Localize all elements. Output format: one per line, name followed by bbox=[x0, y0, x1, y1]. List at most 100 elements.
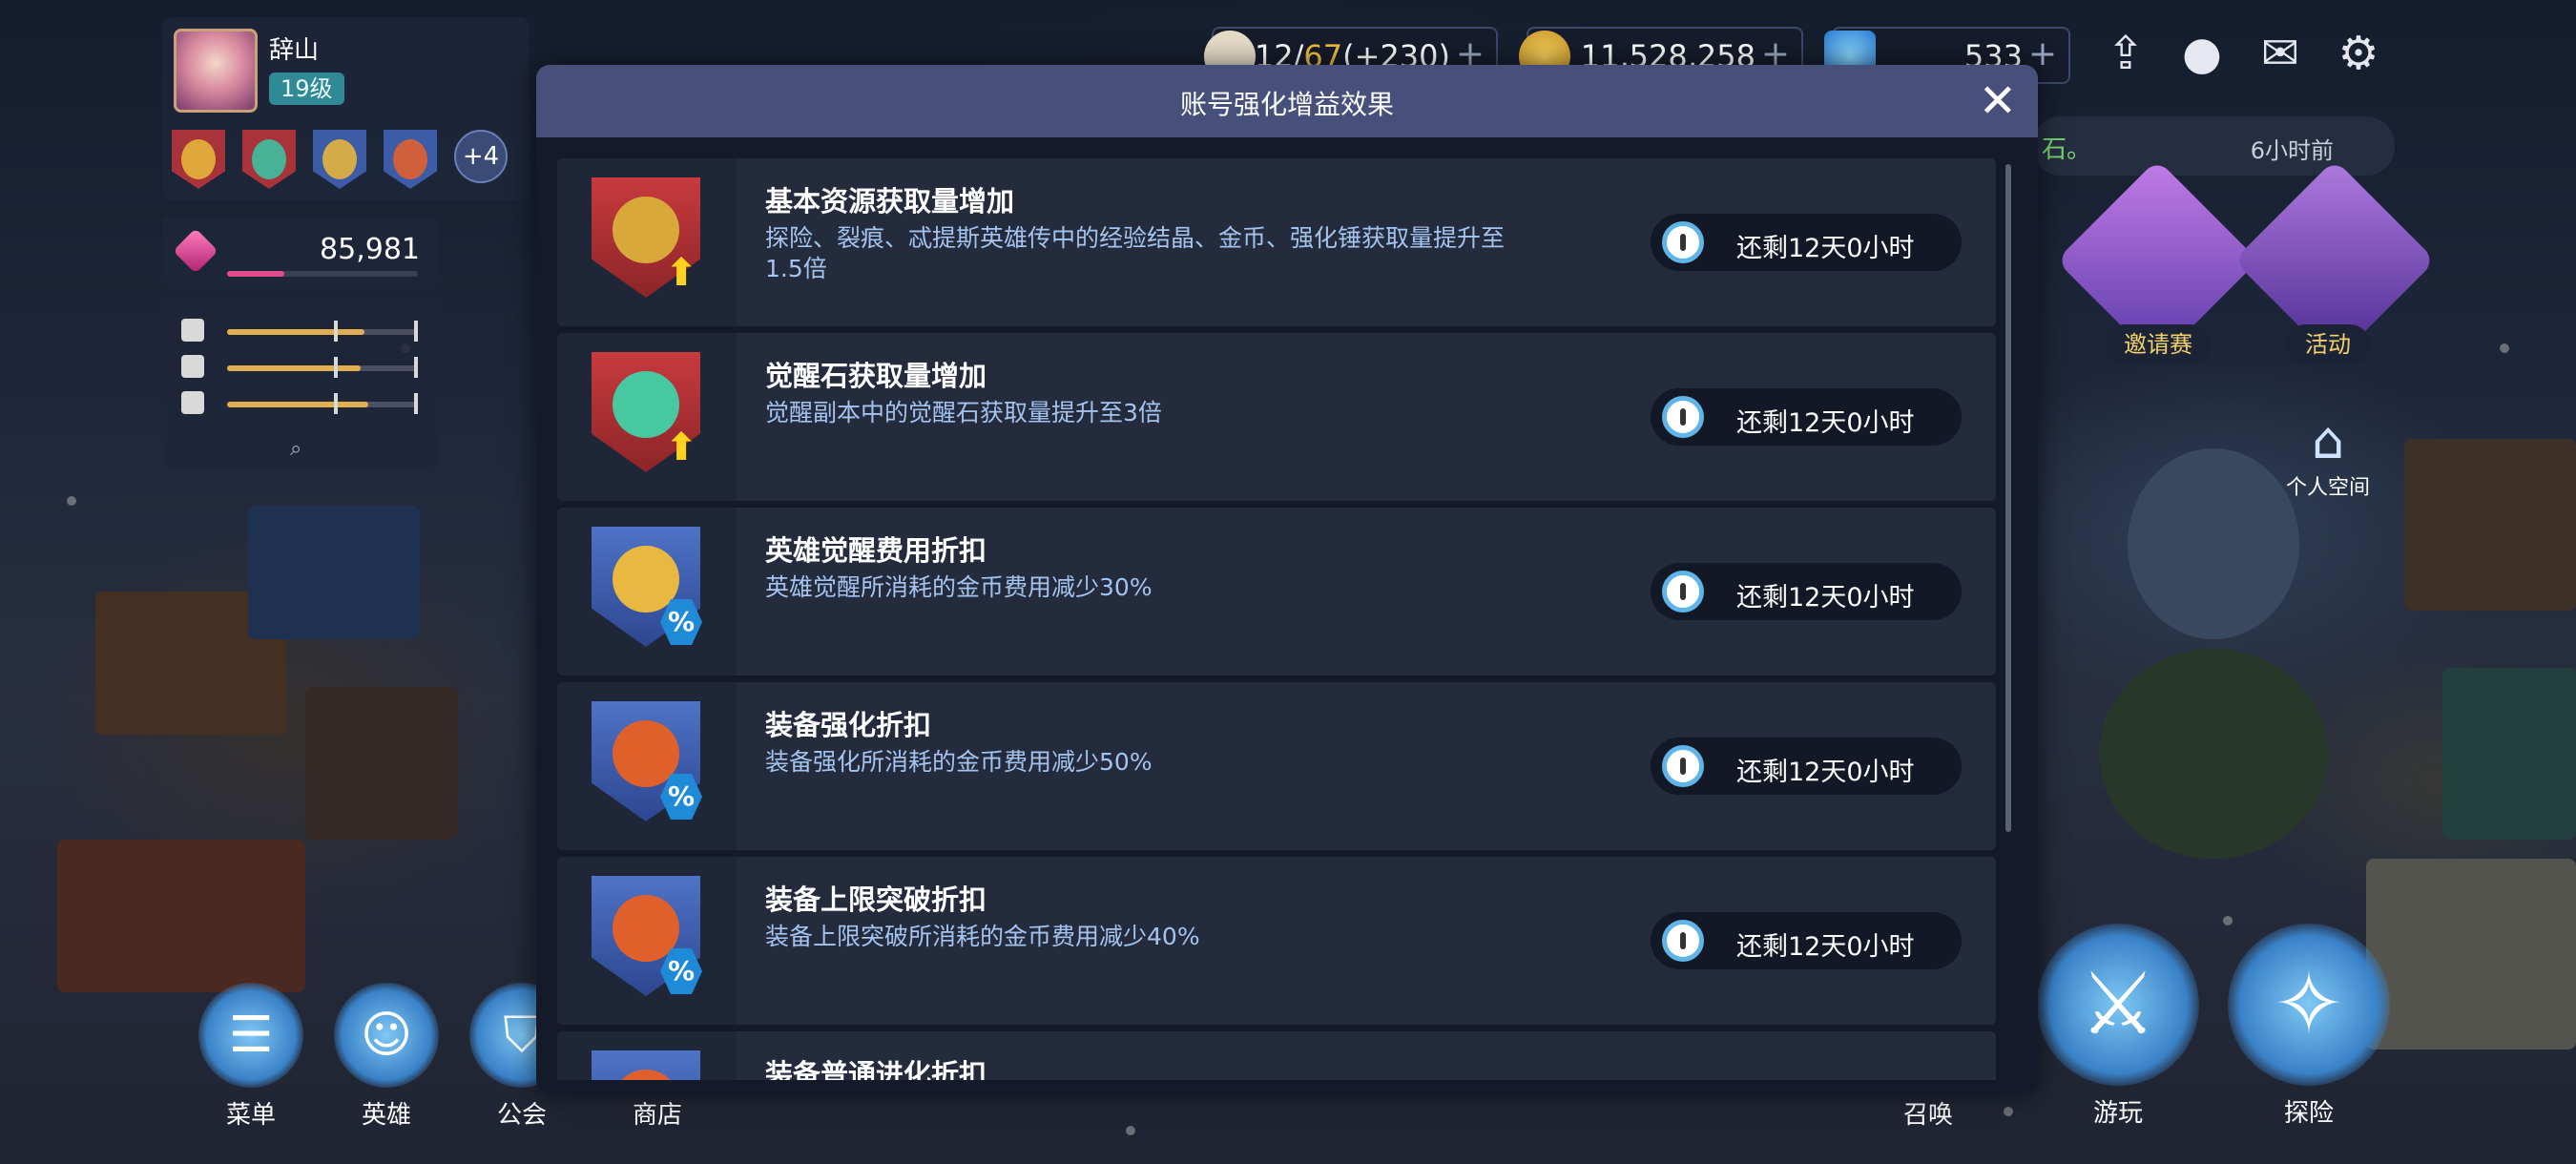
compass-icon: ✧ bbox=[2228, 924, 2390, 1086]
crossed-swords-icon: ⚔ bbox=[2037, 924, 2199, 1086]
effect-timer: 还剩12天0小时 bbox=[1651, 912, 1962, 969]
nav-summon-label: 召唤 bbox=[1902, 1101, 1953, 1130]
stat-row-food bbox=[181, 317, 420, 345]
cup-icon bbox=[181, 355, 204, 378]
fork-knife-icon bbox=[181, 319, 204, 342]
effect-title: 装备普通进化折扣 bbox=[765, 1058, 987, 1080]
timer-icon bbox=[1662, 745, 1704, 787]
search-icon[interactable]: ⌕ bbox=[290, 437, 301, 461]
effect-title: 英雄觉醒费用折扣 bbox=[765, 534, 987, 567]
nav-play[interactable]: ⚔ 游玩 bbox=[2023, 924, 2213, 1129]
active-buff-list: +4 bbox=[172, 130, 508, 189]
stat-marker bbox=[414, 393, 418, 414]
shield-emblem bbox=[613, 1070, 679, 1080]
stat-marker bbox=[334, 357, 338, 378]
nav-heroes[interactable]: ☺ 英雄 bbox=[315, 983, 458, 1131]
nav-menu[interactable]: ☰ 菜单 bbox=[179, 983, 322, 1131]
effect-timer-text: 还剩12天0小时 bbox=[1736, 758, 1915, 787]
effect-timer-text: 还剩12天0小时 bbox=[1736, 583, 1915, 613]
stat-track bbox=[227, 402, 418, 407]
chat-icon[interactable]: ● bbox=[2171, 23, 2233, 84]
effect-timer: 还剩12天0小时 bbox=[1651, 563, 1962, 620]
close-icon[interactable]: ✕ bbox=[1979, 74, 2017, 128]
arrow-up-icon: ⬆ bbox=[665, 426, 697, 469]
menu-icon: ☰ bbox=[198, 983, 303, 1088]
effect-timer-text: 还剩12天0小时 bbox=[1736, 408, 1915, 438]
effect-description: 装备上限突破所消耗的金币费用减少40% bbox=[765, 923, 1200, 950]
stat-row-drink bbox=[181, 353, 420, 382]
effect-row: % 装备强化折扣 装备强化所消耗的金币费用减少50% 还剩12天0小时 bbox=[557, 682, 1996, 850]
stat-marker bbox=[334, 321, 338, 342]
effect-icon-frame: % bbox=[557, 508, 737, 676]
player-profile-card[interactable]: 辞山 19级 +4 bbox=[162, 17, 530, 200]
enhance-discount-buff-icon[interactable] bbox=[384, 130, 437, 189]
gem-progress-bar bbox=[227, 271, 418, 277]
stat-track bbox=[227, 329, 418, 335]
effect-timer: 还剩12天0小时 bbox=[1651, 388, 1962, 446]
stat-fill bbox=[227, 329, 364, 335]
nav-play-label: 游玩 bbox=[2092, 1099, 2143, 1128]
effect-timer: 还剩12天0小时 bbox=[1651, 738, 1962, 795]
effect-description: 英雄觉醒所消耗的金币费用减少30% bbox=[765, 573, 1153, 601]
effect-list-scrollbar[interactable] bbox=[2005, 164, 2011, 832]
effect-title: 装备强化折扣 bbox=[765, 709, 932, 741]
activity-label[interactable]: 活动 bbox=[2286, 324, 2370, 364]
effect-icon-frame: ⬆ bbox=[557, 158, 737, 326]
nav-shop-label: 商店 bbox=[632, 1101, 682, 1130]
nav-heroes-label: 英雄 bbox=[361, 1101, 411, 1130]
notice-text: 石。 bbox=[2042, 135, 2092, 164]
gem-counter[interactable]: 85,981 bbox=[162, 216, 439, 288]
life-stats-panel: ⌕ bbox=[162, 296, 439, 468]
hero-icon: ☺ bbox=[334, 983, 439, 1088]
awakening-discount-buff-icon[interactable] bbox=[313, 130, 366, 189]
invite-event-label[interactable]: 邀请赛 bbox=[2105, 324, 2212, 364]
share-icon[interactable]: ⇪ bbox=[2095, 23, 2156, 84]
dialog-header: 账号强化增益效果 ✕ bbox=[536, 65, 2038, 137]
timer-icon bbox=[1662, 396, 1704, 438]
dice-icon bbox=[181, 391, 204, 414]
stat-marker bbox=[334, 393, 338, 414]
gem-value: 85,981 bbox=[320, 233, 420, 266]
more-buffs-button[interactable]: +4 bbox=[454, 130, 508, 183]
effect-title: 装备上限突破折扣 bbox=[765, 883, 987, 916]
effect-description: 觉醒副本中的觉醒石获取量提升至3倍 bbox=[765, 399, 1162, 426]
stat-row-fun bbox=[181, 389, 420, 418]
effect-row: ⬆ 觉醒石获取量增加 觉醒副本中的觉醒石获取量提升至3倍 还剩12天0小时 bbox=[557, 333, 1996, 501]
effect-timer: 还剩12天0小时 bbox=[1651, 214, 1962, 271]
effect-row: % 装备普通进化折扣 bbox=[557, 1031, 1996, 1080]
notice-time: 6小时前 bbox=[2250, 137, 2334, 164]
effect-icon-frame: % bbox=[557, 857, 737, 1025]
stat-track bbox=[227, 365, 418, 371]
home-icon: ⌂ bbox=[2311, 410, 2345, 470]
timer-icon bbox=[1662, 920, 1704, 962]
nav-menu-label: 菜单 bbox=[225, 1101, 276, 1130]
timer-icon bbox=[1662, 571, 1704, 613]
effect-row: % 英雄觉醒费用折扣 英雄觉醒所消耗的金币费用减少30% 还剩12天0小时 bbox=[557, 508, 1996, 676]
effect-timer-text: 还剩12天0小时 bbox=[1736, 234, 1915, 263]
resource-boost-buff-icon[interactable] bbox=[172, 130, 225, 189]
nav-explore-label: 探险 bbox=[2283, 1099, 2334, 1128]
effect-row: ⬆ 基本资源获取量增加 探险、裂痕、忒提斯英雄传中的经验结晶、金币、强化锤获取量… bbox=[557, 158, 1996, 326]
awakening-stone-buff-icon[interactable] bbox=[242, 130, 296, 189]
nav-guild-label: 公会 bbox=[496, 1101, 547, 1130]
stat-marker bbox=[414, 357, 418, 378]
effect-icon-frame: % bbox=[557, 682, 737, 850]
gem-progress-fill bbox=[227, 271, 284, 277]
effect-row: % 装备上限突破折扣 装备上限突破所消耗的金币费用减少40% 还剩12天0小时 bbox=[557, 857, 1996, 1025]
effect-description: 装备强化所消耗的金币费用减少50% bbox=[765, 748, 1153, 776]
effect-title: 基本资源获取量增加 bbox=[765, 185, 1015, 218]
effect-description: 探险、裂痕、忒提斯英雄传中的经验结晶、金币、强化锤获取量提升至1.5倍 bbox=[765, 224, 1506, 282]
dialog-title: 账号强化增益效果 bbox=[1179, 89, 1394, 120]
player-level-badge: 19级 bbox=[269, 73, 344, 105]
mail-icon[interactable]: ✉ bbox=[2250, 23, 2311, 84]
personal-space-button[interactable]: ⌂ 个人空间 bbox=[2280, 410, 2376, 501]
pink-gem-icon bbox=[173, 228, 218, 274]
stat-marker bbox=[414, 321, 418, 342]
nav-explore[interactable]: ✧ 探险 bbox=[2213, 924, 2404, 1129]
evolution-discount-shield-icon bbox=[592, 1050, 700, 1080]
player-name: 辞山 bbox=[269, 36, 320, 65]
settings-gear-icon[interactable]: ⚙ bbox=[2328, 23, 2389, 84]
arrow-up-icon: ⬆ bbox=[665, 251, 697, 295]
effect-list[interactable]: ⬆ 基本资源获取量增加 探险、裂痕、忒提斯英雄传中的经验结晶、金币、强化锤获取量… bbox=[557, 158, 1996, 1080]
avatar[interactable] bbox=[174, 29, 258, 113]
